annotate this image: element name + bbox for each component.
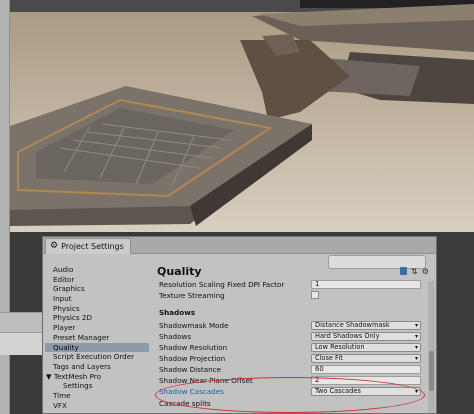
field-label: Resolution Scaling Fixed DPI Factor xyxy=(159,280,285,289)
row-texture-streaming: Texture Streaming xyxy=(159,291,429,301)
sidebar-item-time[interactable]: Time xyxy=(45,391,149,401)
sidebar-item-player[interactable]: Player xyxy=(45,323,149,333)
row-shadow-cascades: Shadow Cascades Two Cascades ▾ xyxy=(159,387,429,397)
texture-streaming-checkbox[interactable] xyxy=(311,291,319,299)
settings-gear-icon[interactable]: ⚙ xyxy=(422,267,429,276)
window-title: Project Settings xyxy=(61,242,124,251)
scrollbar-thumb[interactable] xyxy=(429,351,434,391)
field-label: Shadowmask Mode xyxy=(159,321,229,330)
sidebar-item-input[interactable]: Input xyxy=(45,294,149,304)
sidebar-item-vfx[interactable]: VFX xyxy=(45,401,149,411)
row-shadow-distance: Shadow Distance 60 xyxy=(159,365,429,375)
shadowmask-mode-dropdown[interactable]: Distance Shadowmask ▾ xyxy=(311,321,421,330)
sidebar-item-script-execution-order[interactable]: Script Execution Order xyxy=(45,352,149,362)
expand-arrow-icon[interactable]: ▼ xyxy=(46,372,52,381)
field-label: Cascade splits xyxy=(159,399,211,408)
window-tab[interactable]: ⚙ Project Settings xyxy=(45,238,131,254)
sidebar-item-preset-manager[interactable]: Preset Manager xyxy=(45,333,149,343)
scene-view[interactable] xyxy=(0,0,474,232)
chevron-down-icon: ▾ xyxy=(414,322,418,329)
gear-icon: ⚙ xyxy=(50,241,59,251)
sidebar-item-textmesh-pro[interactable]: ▼ TextMesh Pro xyxy=(45,372,149,382)
sidebar-item-tags-and-layers[interactable]: Tags and Layers xyxy=(45,362,149,372)
shadow-distance-input[interactable]: 60 xyxy=(311,365,421,374)
sidebar-item-quality[interactable]: Quality xyxy=(45,342,149,353)
scene-render xyxy=(0,0,474,232)
chevron-down-icon: ▾ xyxy=(414,355,418,362)
resolution-scaling-input[interactable]: 1 xyxy=(311,280,421,289)
chevron-down-icon: ▾ xyxy=(414,333,418,340)
row-shadows: Shadows Hard Shadows Only ▾ xyxy=(159,332,429,342)
dropdown-value: Distance Shadowmask xyxy=(315,321,390,329)
window-titlebar[interactable]: ⚙ Project Settings xyxy=(43,237,436,254)
shadow-near-plane-input[interactable]: 2 xyxy=(311,376,421,385)
sidebar-item-editor[interactable]: Editor xyxy=(45,275,149,285)
heading-icons: ⇅ ⚙ xyxy=(400,267,429,276)
dropdown-value: Low Resolution xyxy=(315,343,365,351)
dropdown-value: Hard Shadows Only xyxy=(315,332,380,340)
section-title: Shadows xyxy=(159,308,196,317)
sidebar-item-physics[interactable]: Physics xyxy=(45,304,149,314)
shadow-cascades-dropdown[interactable]: Two Cascades ▾ xyxy=(311,387,421,396)
dropdown-value: Two Cascades xyxy=(315,387,361,395)
chevron-down-icon: ▾ xyxy=(414,388,418,395)
field-label: Shadow Distance xyxy=(159,365,222,374)
field-label: Texture Streaming xyxy=(159,291,225,300)
row-shadow-near-plane: Shadow Near Plane Offset 2 xyxy=(159,376,429,386)
preset-slider-icon[interactable]: ⇅ xyxy=(411,267,418,276)
sidebar-item-textmesh-settings[interactable]: Settings xyxy=(45,381,149,391)
dropdown-value: Close Fit xyxy=(315,354,343,362)
row-shadowmask-mode: Shadowmask Mode Distance Shadowmask ▾ xyxy=(159,321,429,331)
field-label: Shadow Resolution xyxy=(159,343,228,352)
vertical-scrollbar[interactable] xyxy=(428,281,435,413)
field-label: Shadow Cascades xyxy=(159,387,224,396)
sidebar-item-label: TextMesh Pro xyxy=(53,371,101,381)
row-shadows-section: Shadows xyxy=(159,308,429,318)
row-shadow-resolution: Shadow Resolution Low Resolution ▾ xyxy=(159,343,429,353)
row-resolution-scaling: Resolution Scaling Fixed DPI Factor 1 xyxy=(159,280,429,290)
row-shadow-projection: Shadow Projection Close Fit ▾ xyxy=(159,354,429,364)
help-book-icon[interactable] xyxy=(400,267,407,275)
shadows-dropdown[interactable]: Hard Shadows Only ▾ xyxy=(311,332,421,341)
project-settings-window[interactable]: ⚙ Project Settings Audio Editor Graphics… xyxy=(42,236,437,414)
editor-dark-panel xyxy=(437,232,474,414)
settings-sidebar: Audio Editor Graphics Input Physics Phys… xyxy=(45,265,149,413)
page-title: Quality xyxy=(157,265,202,278)
settings-content: Quality ⇅ ⚙ Resolution Scaling Fixed DPI… xyxy=(153,265,429,413)
sidebar-item-physics-2d[interactable]: Physics 2D xyxy=(45,313,149,323)
field-label: Shadow Near Plane Offset xyxy=(159,376,253,385)
field-label: Shadows xyxy=(159,332,192,341)
shadow-projection-dropdown[interactable]: Close Fit ▾ xyxy=(311,354,421,363)
row-cascade-splits: Cascade splits xyxy=(159,399,429,409)
shadow-resolution-dropdown[interactable]: Low Resolution ▾ xyxy=(311,343,421,352)
sidebar-item-audio[interactable]: Audio xyxy=(45,265,149,275)
sidebar-item-graphics[interactable]: Graphics xyxy=(45,284,149,294)
field-label: Shadow Projection xyxy=(159,354,226,363)
chevron-down-icon: ▾ xyxy=(414,344,418,351)
